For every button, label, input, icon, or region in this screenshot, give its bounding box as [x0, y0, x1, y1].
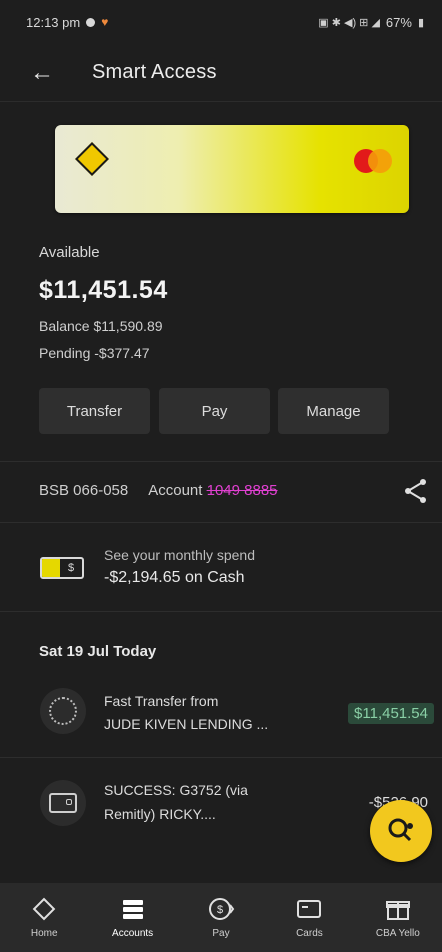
nav-label: Accounts	[112, 928, 154, 939]
mastercard-logo-icon	[354, 149, 394, 173]
nav-accounts[interactable]: Accounts	[88, 883, 176, 952]
divider	[0, 611, 442, 612]
account-details-row: BSB 066-058 Account 1049 8885	[39, 482, 278, 499]
nav-cba-yello[interactable]: CBA Yello	[354, 883, 442, 952]
bank-logo-icon	[75, 142, 109, 176]
spend-insight-value[interactable]: -$2,194.65 on Cash	[104, 569, 245, 587]
bottom-navigation: Home Accounts $ Pay Cards CBA Yello	[0, 883, 442, 952]
share-icon[interactable]	[404, 478, 428, 504]
divider	[0, 522, 442, 523]
page-title: Smart Access	[92, 61, 217, 83]
nav-home[interactable]: Home	[0, 883, 88, 952]
wallet-icon	[40, 780, 86, 826]
transaction-description-detail[interactable]: Remitly) RICKY....	[104, 806, 216, 822]
nav-label: Cards	[296, 928, 323, 939]
battery-icon: ▮	[417, 16, 424, 29]
available-amount: $11,451.54	[39, 276, 168, 304]
gift-icon	[385, 901, 410, 920]
debit-card-image[interactable]	[55, 125, 409, 213]
manage-button[interactable]: Manage	[278, 388, 389, 434]
status-bar: 12:13 pm ♥ ▣ ✱ ◀) ⊞ ◢ 67% ▮	[0, 0, 442, 44]
transfer-circle-icon	[40, 688, 86, 734]
back-arrow-icon[interactable]: ←	[30, 59, 70, 87]
nav-label: CBA Yello	[375, 928, 420, 939]
transaction-description-detail[interactable]: JUDE KIVEN LENDING ...	[104, 716, 268, 732]
cash-icon: $	[40, 557, 84, 579]
cards-icon	[297, 900, 322, 918]
transaction-amount: $11,451.54	[348, 703, 434, 724]
available-label: Available	[39, 244, 100, 261]
transaction-description[interactable]: Fast Transfer from	[104, 693, 218, 709]
nav-pay[interactable]: $ Pay	[177, 883, 265, 952]
account-number: 1049 8885	[206, 482, 278, 499]
nav-label: Pay	[212, 928, 230, 939]
svg-text:$: $	[217, 904, 223, 916]
divider	[0, 461, 442, 462]
pay-icon: $	[209, 898, 235, 920]
bsb-text: BSB 066-058	[39, 482, 129, 499]
home-icon	[32, 897, 56, 921]
transactions-date-header: Sat 19 Jul Today	[39, 643, 157, 660]
pay-button[interactable]: Pay	[159, 388, 270, 434]
accounts-icon	[122, 900, 143, 919]
balance-text: Balance $11,590.89	[39, 318, 163, 334]
transfer-button[interactable]: Transfer	[39, 388, 150, 434]
pending-text: Pending -$377.47	[39, 345, 150, 361]
battery-level: 67%	[385, 14, 412, 30]
transaction-description[interactable]: SUCCESS: G3752 (via	[104, 782, 248, 798]
nav-label: Home	[30, 928, 58, 939]
system-icons: ▣ ✱ ◀) ⊞ ◢	[318, 16, 380, 29]
search-chat-icon	[388, 818, 413, 842]
app-bar: ← Smart Access	[0, 44, 442, 102]
heart-icon: ♥	[101, 15, 109, 29]
spend-insight-label[interactable]: See your monthly spend	[104, 547, 255, 563]
nav-cards[interactable]: Cards	[265, 883, 353, 952]
account-number-field: Account 1049 8885	[148, 482, 277, 499]
status-time: 12:13 pm	[26, 14, 81, 30]
account-label: Account	[148, 482, 203, 499]
search-assistant-button[interactable]	[370, 800, 432, 862]
divider	[0, 757, 442, 758]
notification-dot-icon	[86, 17, 96, 27]
